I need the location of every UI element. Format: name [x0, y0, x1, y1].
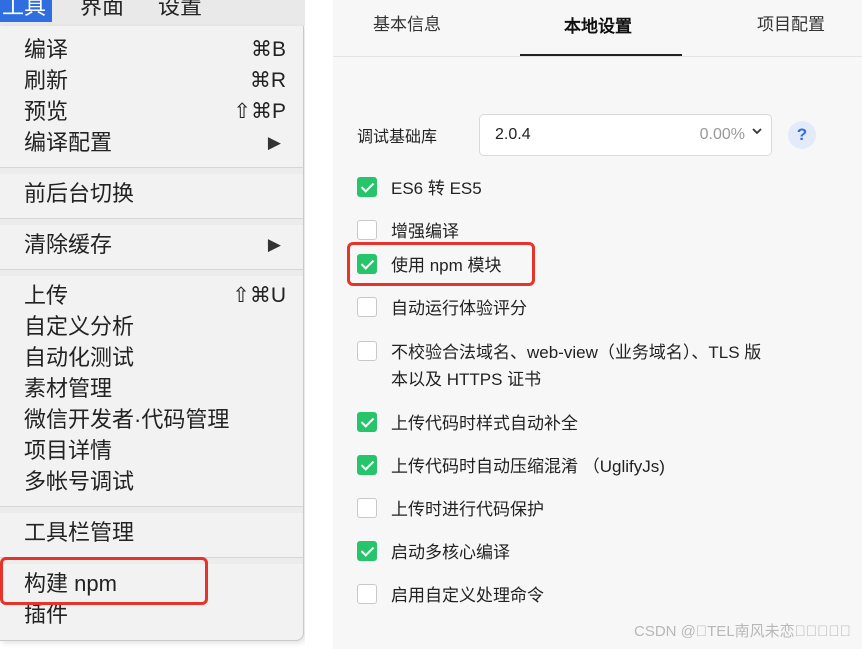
build-npm-highlight	[0, 557, 208, 605]
menubar-settings[interactable]: 设置	[158, 0, 202, 22]
chevron-down-icon	[751, 124, 763, 141]
menu-item-compile-config[interactable]: 编译配置 ▶	[0, 127, 303, 158]
shortcut-upload: ⇧⌘U	[232, 284, 286, 307]
menu-item-upload[interactable]: 上传 ⇧⌘U	[0, 280, 303, 311]
menu-item-project-details[interactable]: 项目详情	[0, 435, 303, 466]
menu-separator	[0, 506, 303, 513]
settings-panel: 基本信息 本地设置 项目配置 调试基础库 2.0.4 0.00% ? ES6 转…	[333, 0, 862, 649]
menu-item-compile[interactable]: 编译 ⌘B	[0, 34, 303, 65]
tools-dropdown-menu: 编译 ⌘B 刷新 ⌘R 预览 ⇧⌘P 编译配置 ▶ 前后台切换 清除缓存 ▶ 上…	[0, 26, 304, 641]
menu-item-foreground-background-switch[interactable]: 前后台切换	[0, 178, 303, 209]
checkbox-unchecked[interactable]	[357, 584, 377, 604]
menu-item-refresh[interactable]: 刷新 ⌘R	[0, 65, 303, 96]
menu-separator	[0, 218, 303, 225]
checkbox-unchecked[interactable]	[357, 341, 377, 361]
menubar-tools[interactable]: 工具	[0, 0, 53, 22]
watermark: CSDN @ TEL南风未恋     	[634, 623, 851, 640]
checkbox-checked[interactable]	[357, 412, 377, 432]
shortcut-preview: ⇧⌘P	[233, 100, 286, 123]
checkbox-unchecked[interactable]	[357, 220, 377, 240]
shortcut-refresh: ⌘R	[249, 69, 286, 92]
menu-item-custom-analysis[interactable]: 自定义分析	[0, 311, 303, 342]
menu-item-clear-cache[interactable]: 清除缓存 ▶	[0, 229, 303, 260]
menu-item-multi-account-debug[interactable]: 多帐号调试	[0, 466, 303, 497]
checkbox-checked[interactable]	[357, 541, 377, 561]
menu-item-code-management[interactable]: 微信开发者·代码管理	[0, 404, 303, 435]
settings-tabs: 基本信息 本地设置 项目配置	[333, 0, 862, 57]
submenu-arrow-icon: ▶	[267, 235, 281, 254]
menu-separator	[0, 167, 303, 174]
debug-lib-label: 调试基础库	[357, 129, 438, 146]
checkbox-unchecked[interactable]	[357, 498, 377, 518]
checkbox-checked[interactable]	[357, 177, 377, 197]
npm-module-highlight	[347, 242, 535, 286]
gutter	[305, 0, 333, 649]
debug-lib-version: 2.0.4	[495, 126, 531, 143]
menu-item-toolbar-management[interactable]: 工具栏管理	[0, 517, 303, 548]
help-icon[interactable]: ?	[788, 121, 816, 149]
menu-item-material-management[interactable]: 素材管理	[0, 373, 303, 404]
active-tab-indicator	[520, 54, 682, 56]
menu-bar: 工具 界面 设置	[0, 0, 305, 26]
menubar-interface[interactable]: 界面	[80, 0, 124, 22]
shortcut-compile: ⌘B	[250, 38, 286, 61]
menu-item-automated-testing[interactable]: 自动化测试	[0, 342, 303, 373]
debug-lib-select[interactable]: 2.0.4 0.00%	[479, 114, 772, 156]
menu-item-preview[interactable]: 预览 ⇧⌘P	[0, 96, 303, 127]
debug-lib-percent: 0.00%	[699, 126, 745, 143]
checkbox-checked[interactable]	[357, 455, 377, 475]
tab-basic-info[interactable]: 基本信息	[373, 10, 441, 35]
tab-local-settings[interactable]: 本地设置	[564, 12, 632, 37]
submenu-arrow-icon: ▶	[267, 133, 281, 152]
menu-separator	[0, 269, 303, 276]
tab-project-config[interactable]: 项目配置	[757, 10, 825, 35]
checkbox-unchecked[interactable]	[357, 297, 377, 317]
